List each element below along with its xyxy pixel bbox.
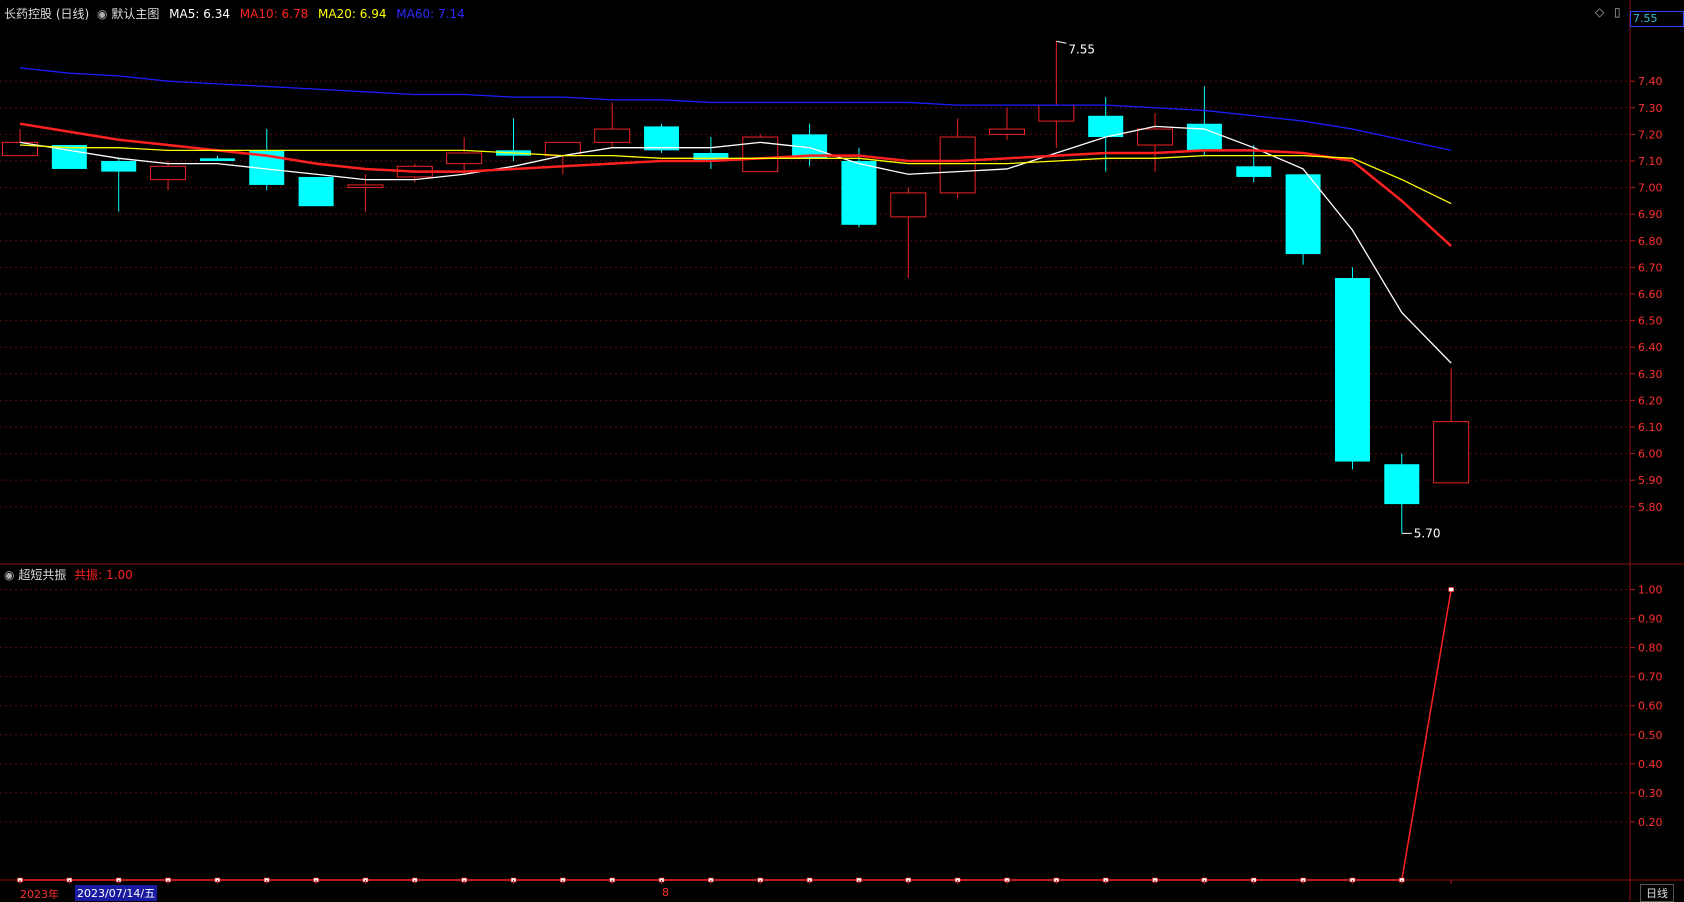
y-tick-label: 6.60 [1638, 288, 1663, 301]
indicator-y-tick-label: 0.70 [1638, 671, 1663, 684]
ma10-value: 6.78 [281, 7, 309, 21]
candle-body-up [150, 165, 187, 181]
indicator-y-tick-label: 1.00 [1638, 584, 1663, 597]
candle-body-up [1038, 104, 1075, 122]
maximize-icon[interactable]: ▯ [1614, 5, 1621, 19]
y-tick-label: 5.90 [1638, 474, 1663, 487]
main-chart-label[interactable]: 默认主图 [111, 7, 159, 21]
y-tick-label: 7.00 [1638, 182, 1663, 195]
y-tick-label: 6.00 [1638, 448, 1663, 461]
y-tick-label: 6.80 [1638, 235, 1663, 248]
candle-body-up [989, 128, 1025, 135]
candle-body-down [644, 126, 680, 151]
candle-body-down [1186, 123, 1222, 151]
y-tick-label: 6.30 [1638, 368, 1663, 381]
y-tick-label: 6.20 [1638, 394, 1663, 407]
current-price-box: 7.55 [1630, 11, 1684, 27]
indicator-value-label: 共振: [74, 568, 103, 582]
candle-body-down [101, 160, 137, 172]
y-tick-label: 7.10 [1638, 155, 1663, 168]
candle-body-up [1433, 421, 1470, 484]
indicator-header: ◉ 超短共振 共振: 1.00 [4, 566, 133, 583]
indicator-dot [1448, 587, 1454, 592]
line-ma5 [19, 125, 1452, 364]
y-tick-label: 6.70 [1638, 261, 1663, 274]
line-ma60 [19, 67, 1452, 151]
candle-body-up [594, 128, 631, 143]
stock-title[interactable]: 长药控股 (日线) [4, 7, 89, 21]
candle-body-down [1334, 278, 1370, 462]
candle-body-down [298, 176, 334, 207]
candle-body-up [890, 192, 927, 218]
y-tick-label: 5.80 [1638, 501, 1663, 514]
y-tick-label: 7.30 [1638, 102, 1663, 115]
indicator-y-tick-label: 0.50 [1638, 729, 1663, 742]
diamond-icon[interactable]: ◇ [1595, 5, 1604, 19]
indicator-y-tick-label: 0.90 [1638, 613, 1663, 626]
collapse-icon[interactable]: ◉ [97, 7, 107, 21]
period-button[interactable]: 日线 [1640, 884, 1674, 902]
y-tick-label: 6.90 [1638, 208, 1663, 221]
indicator-y-tick-label: 0.20 [1638, 816, 1663, 829]
low-marker-label: 5.70 [1414, 526, 1441, 540]
candle-body-up [1137, 128, 1174, 146]
chart-header: 长药控股 (日线) ◉ 默认主图 MA5: 6.34 MA10: 6.78 MA… [4, 5, 465, 22]
line-ma10 [19, 122, 1452, 248]
cursor-date-label: 2023/07/14/五 [75, 885, 158, 901]
ma60-label: MA60: [396, 7, 435, 21]
candle-body-down [1384, 464, 1420, 505]
indicator-value: 1.00 [106, 568, 133, 582]
month-label: 8 [662, 886, 669, 899]
high-marker-arrow [1056, 40, 1067, 44]
indicator-y-tick-label: 0.40 [1638, 758, 1663, 771]
ma20-value: 6.94 [359, 7, 387, 21]
ma20-label: MA20: [318, 7, 356, 21]
candle-body-up [446, 152, 483, 165]
candle-body-down [841, 160, 877, 225]
indicator-collapse-icon[interactable]: ◉ [4, 568, 14, 582]
chart-canvas[interactable]: 7.40 7.30 7.20 7.10 7.00 6.90 6.80 6.70 6.60 6.50… [0, 0, 1684, 901]
ma5-value: 6.34 [203, 7, 230, 21]
candle-body-down [1236, 166, 1272, 177]
candle-body-down [199, 158, 235, 161]
y-tick-label: 6.40 [1638, 341, 1663, 354]
high-marker-label: 7.55 [1068, 42, 1095, 56]
y-tick-label: 7.20 [1638, 128, 1663, 141]
indicator-y-tick-label: 0.80 [1638, 642, 1663, 655]
candle-body-up [939, 136, 976, 194]
year-label: 2023年 [20, 888, 59, 901]
ma10-label: MA10: [239, 7, 278, 21]
y-tick-label: 6.10 [1638, 421, 1663, 434]
ma60-value: 7.14 [438, 7, 465, 21]
y-tick-label: 7.40 [1638, 75, 1663, 88]
candle-body-down [1285, 174, 1321, 255]
y-tick-label: 6.50 [1638, 315, 1663, 328]
indicator-y-tick-label: 0.60 [1638, 700, 1663, 713]
ma5-label: MA5: [169, 7, 200, 21]
indicator-name[interactable]: 超短共振 [18, 568, 66, 582]
indicator-y-tick-label: 0.30 [1638, 787, 1663, 800]
candle-body-up [347, 184, 384, 189]
